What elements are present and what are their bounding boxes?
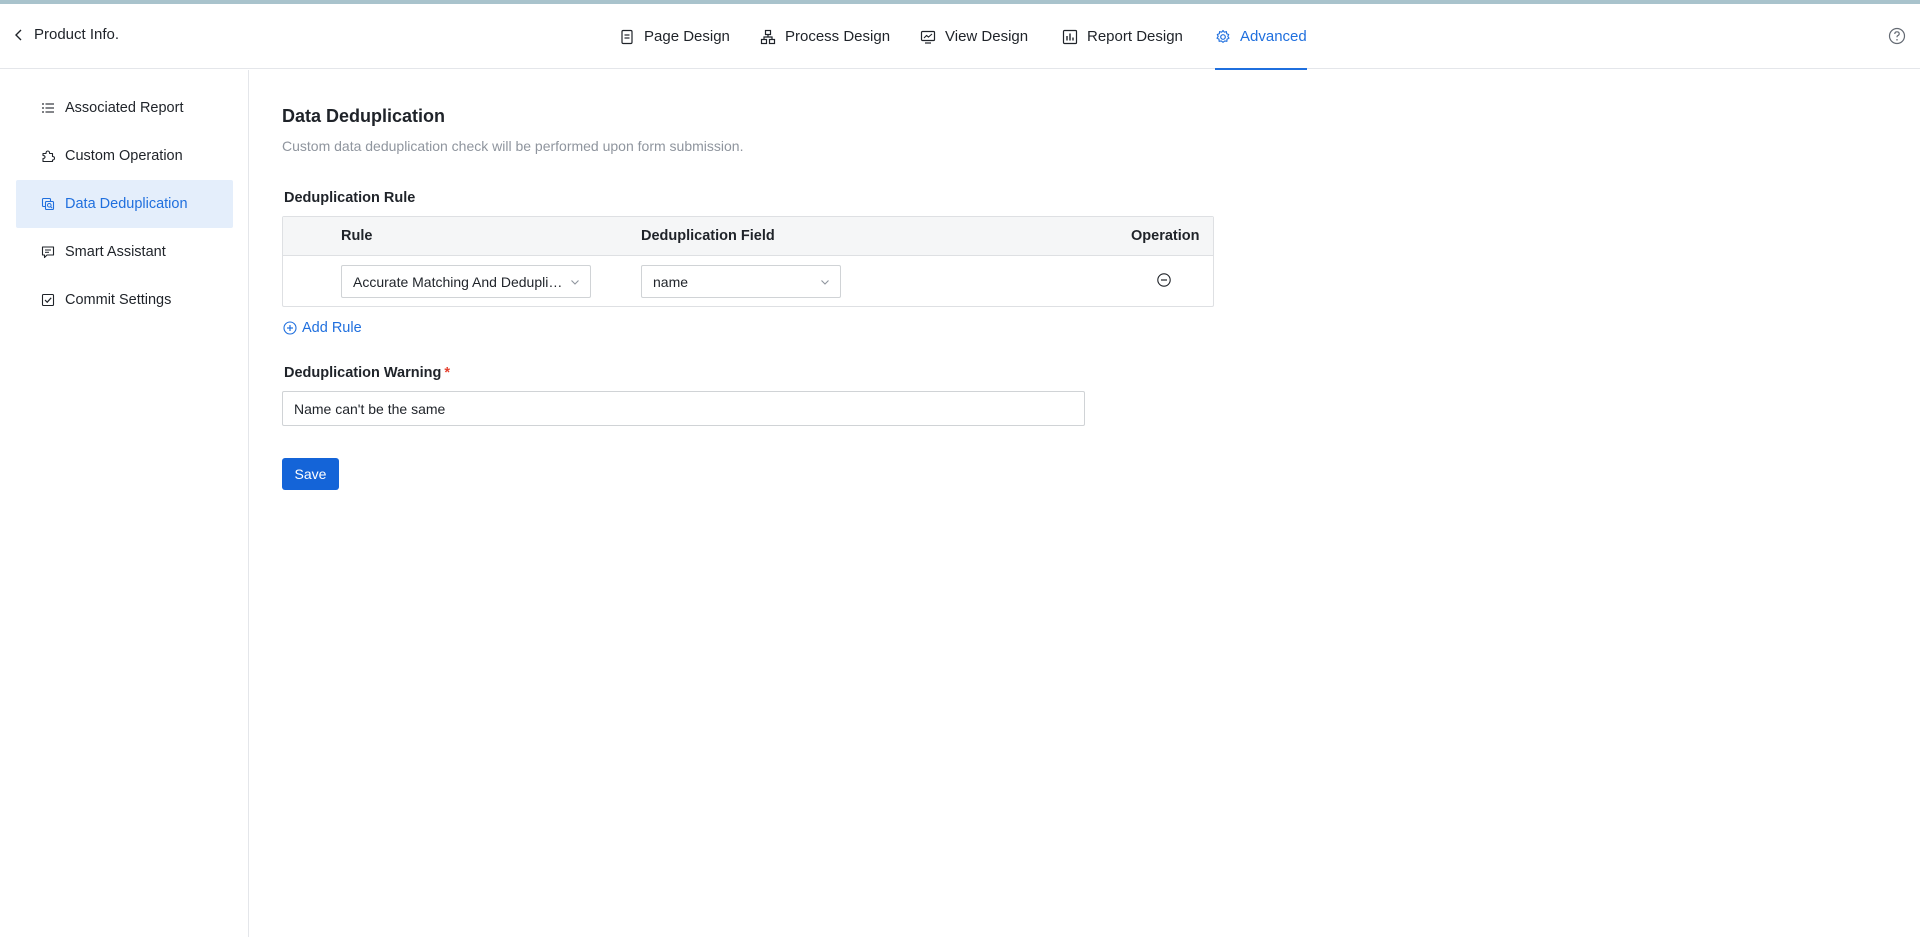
sidebar: Associated Report Custom Operation Data … — [0, 70, 249, 937]
gear-icon — [1216, 29, 1230, 43]
flow-icon — [760, 29, 776, 44]
tab-label: Report Design — [1087, 28, 1183, 45]
tab-report-design[interactable]: Report Design — [1062, 4, 1183, 69]
main-content: Data Deduplication Custom data deduplica… — [282, 70, 1882, 930]
chevron-down-icon — [821, 280, 829, 285]
sidebar-item-label: Custom Operation — [65, 148, 183, 164]
chevron-down-icon — [571, 280, 579, 285]
monitor-icon — [920, 30, 936, 44]
add-rule-label: Add Rule — [302, 320, 362, 336]
save-button[interactable]: Save — [282, 458, 339, 490]
checkbox-icon — [41, 293, 55, 307]
table-row: Accurate Matching And Deduplication name — [283, 256, 1213, 306]
add-rule-button[interactable]: Add Rule — [283, 320, 362, 336]
tab-label: Process Design — [785, 28, 891, 45]
duplicate-icon — [41, 197, 55, 211]
column-header-deduplication-field: Deduplication Field — [641, 228, 775, 244]
deduplication-field-select[interactable]: name — [641, 265, 841, 298]
page-title: Data Deduplication — [282, 106, 446, 126]
column-header-rule: Rule — [341, 228, 373, 244]
top-header: Product Info. Page Design Process Design… — [0, 4, 1920, 70]
sidebar-item-smart-assistant[interactable]: Smart Assistant — [16, 228, 233, 276]
tab-page-design[interactable]: Page Design — [619, 4, 730, 69]
document-icon — [621, 29, 633, 44]
rule-table: Rule Deduplication Field Operation Accur… — [282, 216, 1214, 307]
remove-rule-icon[interactable] — [1156, 272, 1172, 288]
sidebar-item-label: Commit Settings — [65, 292, 172, 308]
tab-label: View Design — [945, 28, 1029, 45]
tab-view-design[interactable]: View Design — [920, 4, 1028, 69]
table-header: Rule Deduplication Field Operation — [283, 217, 1213, 256]
column-header-operation: Operation — [1131, 228, 1200, 244]
rule-select-value: Accurate Matching And Deduplication — [353, 273, 563, 290]
required-mark: * — [444, 365, 451, 381]
sidebar-item-data-deduplication[interactable]: Data Deduplication — [16, 180, 233, 228]
sidebar-item-label: Smart Assistant — [65, 244, 166, 260]
list-icon — [42, 103, 54, 113]
sidebar-item-label: Associated Report — [65, 100, 184, 116]
sidebar-item-label: Data Deduplication — [65, 196, 188, 212]
deduplication-warning-label: Deduplication Warning * — [284, 365, 450, 381]
deduplication-warning-input[interactable] — [282, 391, 1085, 426]
field-select-value: name — [653, 273, 689, 290]
tab-process-design[interactable]: Process Design — [760, 4, 890, 69]
plus-circle-icon — [283, 321, 297, 335]
warning-label-text: Deduplication Warning — [284, 365, 442, 381]
help-circle-icon[interactable] — [1888, 27, 1906, 45]
tab-advanced[interactable]: Advanced — [1215, 4, 1307, 70]
sidebar-item-custom-operation[interactable]: Custom Operation — [16, 132, 233, 180]
sidebar-item-commit-settings[interactable]: Commit Settings — [16, 276, 233, 324]
bar-chart-icon — [1062, 29, 1078, 44]
deduplication-rule-label: Deduplication Rule — [284, 190, 416, 206]
design-tabs: Page Design Process Design View Design R… — [0, 4, 1920, 70]
rule-select[interactable]: Accurate Matching And Deduplication — [341, 265, 591, 298]
page-description: Custom data deduplication check will be … — [282, 138, 744, 154]
chat-icon — [41, 246, 55, 259]
puzzle-icon — [42, 150, 55, 163]
tab-label: Advanced — [1240, 28, 1307, 45]
sidebar-item-associated-report[interactable]: Associated Report — [16, 84, 233, 132]
tab-label: Page Design — [644, 28, 730, 45]
